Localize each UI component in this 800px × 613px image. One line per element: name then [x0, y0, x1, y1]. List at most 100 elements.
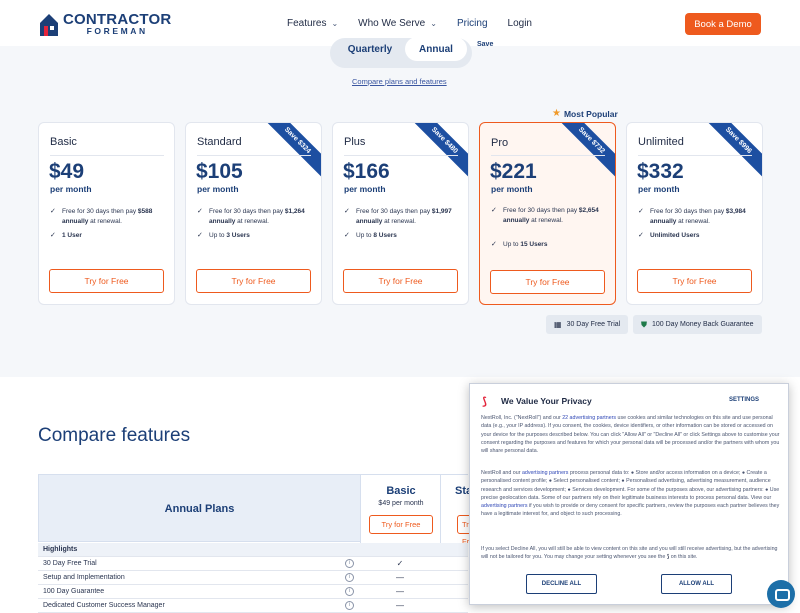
compare-plans-link[interactable]: Compare plans and features: [352, 77, 447, 86]
plan-trial-feature: ✓ Free for 30 days then pay $1,264 annua…: [197, 207, 317, 227]
plan-card-unlimited: Save $996 Unlimited $332 per month ✓ Fre…: [626, 122, 763, 305]
plan-trial-feature: ✓ Free for 30 days then pay $588 annuall…: [50, 207, 170, 227]
nav-login[interactable]: Login: [508, 18, 532, 29]
most-popular-text: Most Popular: [563, 108, 618, 119]
check-icon: ✓: [491, 241, 497, 248]
check-icon: ✓: [638, 208, 644, 215]
check-icon: ✓: [638, 232, 644, 239]
privacy-consent-dialog: ⟆ We Value Your Privacy SETTINGS NextRol…: [469, 383, 789, 605]
try-free-button[interactable]: Try for Free: [343, 269, 458, 293]
billing-annual[interactable]: Annual: [405, 37, 467, 61]
decline-all-button[interactable]: DECLINE ALL: [526, 574, 597, 594]
free-trial-text: 30 Day Free Trial: [566, 321, 621, 328]
info-icon[interactable]: i: [345, 601, 354, 610]
chat-icon[interactable]: [767, 580, 795, 608]
plan-price: $332: [637, 160, 684, 183]
users-count: 1 User: [62, 232, 82, 239]
divider: [638, 155, 752, 156]
save-ribbon: Save $324: [258, 123, 321, 180]
info-icon[interactable]: i: [345, 587, 354, 596]
check-icon: ✓: [50, 208, 56, 215]
save-ribbon: Save $732: [552, 123, 615, 180]
save-ribbon: Save $996: [699, 123, 762, 180]
trial-post: at renewal.: [382, 218, 416, 225]
check-icon: ✓: [50, 232, 56, 239]
check-icon: ✓: [491, 207, 497, 214]
plan-period: per month: [197, 184, 239, 194]
column-standard-title: Standard: [455, 485, 469, 497]
try-free-button[interactable]: Try for Free: [369, 515, 433, 534]
divider: [344, 155, 458, 156]
plan-period: per month: [638, 184, 680, 194]
main-nav: Features ⌄ Who We Serve ⌄ Pricing Login: [287, 18, 552, 29]
trial-amount: $588: [137, 208, 153, 215]
check-icon: ✓: [344, 208, 350, 215]
shield-icon: ⛊: [641, 319, 647, 329]
check-icon: ✓: [197, 208, 203, 215]
privacy-paragraph-1: NextRoll, Inc. ("NextRoll") and our 22 a…: [481, 414, 781, 455]
check-icon: ✓: [197, 232, 203, 239]
p1-text: NextRoll, Inc. ("NextRoll") and our: [481, 415, 563, 421]
try-free-button[interactable]: Try for Free: [490, 270, 605, 294]
trial-amount: $3,984: [725, 208, 746, 215]
try-free-button[interactable]: Try for Free: [637, 269, 752, 293]
billing-quarterly[interactable]: Quarterly: [340, 34, 400, 64]
nextroll-logo-icon: ⟆: [482, 396, 488, 408]
logo[interactable]: CONTRACTOR FOREMAN: [38, 11, 171, 37]
trial-text: Free for 30 days then pay: [209, 208, 285, 215]
logo-line2: FOREMAN: [86, 26, 148, 37]
book-demo-button[interactable]: Book a Demo: [685, 13, 761, 35]
trial-text: Free for 30 days then pay: [650, 208, 726, 215]
feature-label: 100 Day Guarantee: [43, 588, 105, 595]
trial-post: at renewal.: [88, 218, 122, 225]
plan-period: per month: [50, 184, 92, 194]
most-popular-label: ★ Most Popular: [552, 108, 618, 119]
info-icon[interactable]: i: [345, 559, 354, 568]
nav-who-we-serve[interactable]: Who We Serve ⌄: [358, 18, 437, 29]
privacy-settings-link[interactable]: SETTINGS: [729, 397, 759, 403]
users-prefix: Up to: [356, 232, 374, 239]
plan-price: $166: [343, 160, 390, 183]
allow-all-button[interactable]: ALLOW ALL: [661, 574, 732, 594]
table-header: Annual Plans Basic $49 per month Try for…: [38, 474, 469, 543]
advertising-partners-link-2[interactable]: advertising partners: [481, 503, 528, 509]
chevron-down-icon: ⌄: [430, 19, 437, 28]
users-count: Unlimited Users: [650, 232, 700, 239]
star-icon: ★: [552, 108, 561, 119]
trial-text: Free for 30 days then pay: [356, 208, 432, 215]
table-row: Dedicated Customer Success Manager i —: [38, 599, 468, 613]
basic-value: —: [396, 601, 404, 610]
trial-post: at renewal.: [529, 217, 563, 224]
users-count: 8 Users: [373, 232, 397, 239]
divider: [50, 155, 164, 156]
logo-text: CONTRACTOR FOREMAN: [63, 12, 171, 36]
nav-pricing[interactable]: Pricing: [457, 18, 488, 29]
plan-users-feature: ✓ Unlimited Users: [638, 231, 758, 241]
column-standard: Standard Try for Free: [441, 475, 469, 543]
plan-card-plus: Save $480 Plus $166 per month ✓ Free for…: [332, 122, 469, 305]
plan-price: $49: [49, 160, 85, 183]
plan-period: per month: [491, 184, 533, 194]
nav-pricing-label: Pricing: [456, 18, 488, 29]
try-free-button[interactable]: Try for Free: [49, 269, 164, 293]
try-free-button[interactable]: Try for Free: [457, 515, 469, 543]
info-icon[interactable]: i: [345, 573, 354, 582]
compare-table: Annual Plans Basic $49 per month Try for…: [38, 474, 469, 613]
feature-label: Dedicated Customer Success Manager: [43, 602, 165, 609]
plan-name: Plus: [344, 136, 366, 148]
advertising-partners-link[interactable]: 22 advertising partners: [562, 415, 616, 421]
try-free-button[interactable]: Try for Free: [196, 269, 311, 293]
plan-card-standard: Save $324 Standard $105 per month ✓ Free…: [185, 122, 322, 305]
plan-price: $105: [196, 160, 243, 183]
nav-features[interactable]: Features ⌄: [287, 18, 338, 29]
chevron-down-icon: ⌄: [331, 19, 339, 28]
users-count: 3 Users: [226, 232, 250, 239]
annual-plans-header: Annual Plans: [39, 475, 361, 543]
basic-value: —: [396, 573, 404, 582]
table-row: 30 Day Free Trial i ✓: [38, 557, 468, 571]
users-prefix: Up to: [209, 232, 227, 239]
trial-post: at renewal.: [235, 218, 269, 225]
basic-value: ✓: [396, 559, 404, 568]
p3-text-end: on this site.: [670, 554, 698, 561]
advertising-partners-link[interactable]: advertising partners: [522, 470, 569, 476]
